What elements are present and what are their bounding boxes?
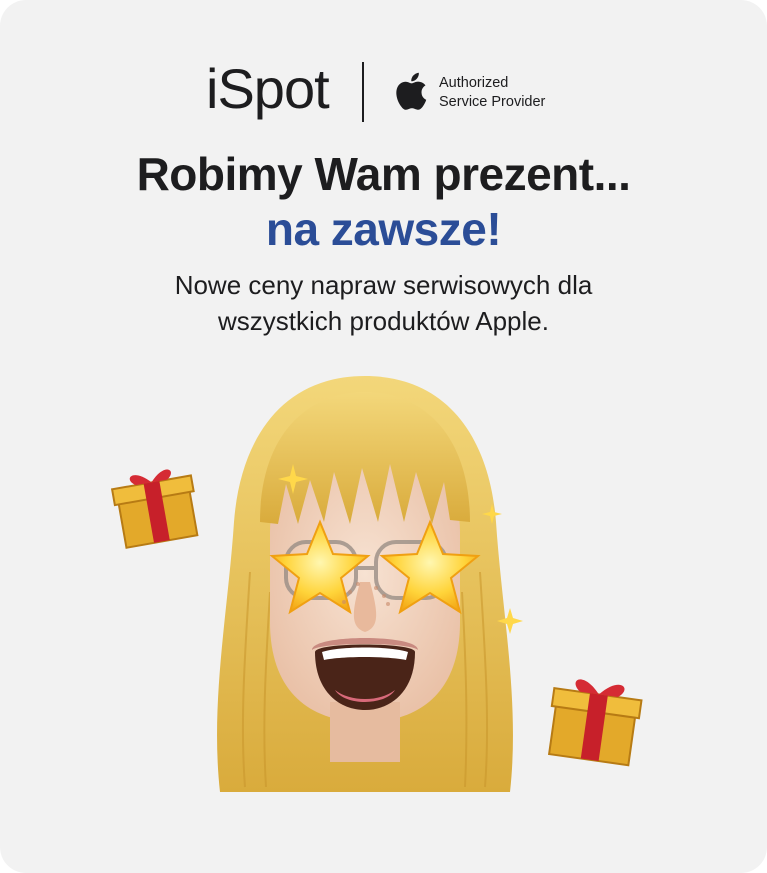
subtitle: Nowe ceny napraw serwisowych dla wszystk… — [0, 267, 767, 339]
subtitle-line-2: wszystkich produktów Apple. — [218, 306, 549, 336]
brand-header: iSpot Authorized Service Provider — [0, 56, 767, 126]
authorized-badge-text: Authorized Service Provider — [439, 74, 545, 112]
brand-divider — [362, 62, 364, 122]
badge-line-2: Service Provider — [439, 94, 546, 110]
promo-card: iSpot Authorized Service Provider Robimy… — [0, 0, 767, 873]
gift-icon — [547, 679, 643, 767]
headline-line-2: na zawsze! — [265, 203, 502, 255]
memoji-illustration — [217, 376, 523, 792]
subtitle-line-1: Nowe ceny napraw serwisowych dla — [174, 270, 593, 300]
ispot-logo: iSpot — [206, 57, 330, 120]
headline-line-1: Robimy Wam prezent... — [136, 148, 631, 200]
badge-line-1: Authorized — [439, 75, 509, 91]
apple-logo-icon — [396, 72, 427, 110]
gift-icon — [110, 469, 199, 549]
